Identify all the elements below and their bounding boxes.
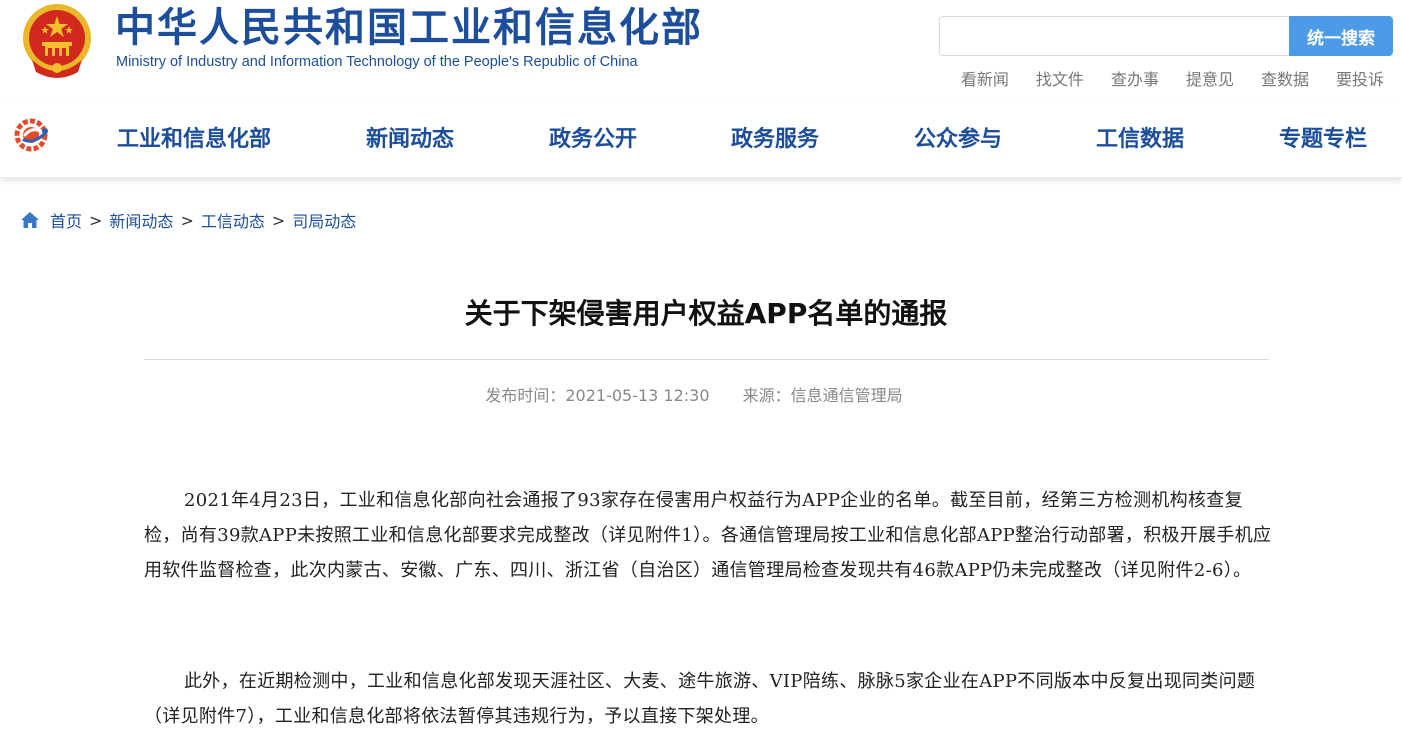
nav-item-news[interactable]: 新闻动态 — [366, 121, 454, 153]
search-input[interactable] — [939, 16, 1291, 56]
quick-links: 看新闻 找文件 查办事 提意见 查数据 要投诉 — [961, 66, 1384, 90]
main-nav: 工业和信息化部 新闻动态 政务公开 政务服务 公众参与 工信数据 专题专栏 — [0, 100, 1402, 178]
nav-item-services[interactable]: 政务服务 — [731, 121, 819, 153]
nav-item-special-topics[interactable]: 专题专栏 — [1279, 121, 1367, 153]
search-button[interactable]: 统一搜索 — [1289, 16, 1393, 56]
article-paragraph: 2021年4月23日，工业和信息化部向社会通报了93家存在侵害用户权益行为APP… — [144, 490, 1272, 581]
article-meta: 发布时间：2021-05-13 12:30 来源：信息通信管理局 — [0, 382, 1388, 406]
breadcrumb-department-news[interactable]: 司局动态 — [292, 208, 356, 232]
site-title[interactable]: 中华人民共和国工业和信息化部 — [115, 4, 703, 52]
site-header: 中华人民共和国工业和信息化部 Ministry of Industry and … — [0, 0, 1402, 100]
quick-link-news[interactable]: 看新闻 — [961, 66, 1009, 90]
breadcrumb-separator: > — [89, 210, 103, 230]
quick-link-complaint[interactable]: 要投诉 — [1336, 66, 1384, 90]
quick-link-files[interactable]: 找文件 — [1036, 66, 1084, 90]
breadcrumb-separator: > — [271, 210, 286, 230]
nav-item-public-participation[interactable]: 公众参与 — [914, 121, 1002, 153]
title-divider — [144, 359, 1269, 360]
breadcrumb-news[interactable]: 新闻动态 — [109, 208, 173, 232]
breadcrumb-home[interactable]: 首页 — [50, 208, 82, 232]
article-title: 关于下架侵害用户权益APP名单的通报 — [464, 297, 948, 330]
nav-item-government-affairs[interactable]: 政务公开 — [549, 121, 637, 153]
article-paragraph: 此外，在近期检测中，工业和信息化部发现天涯社区、大麦、途牛旅游、VIP陪练、脉脉… — [144, 671, 1256, 727]
home-icon[interactable] — [20, 210, 40, 230]
ministry-logo-icon[interactable] — [14, 118, 52, 152]
nav-item-data[interactable]: 工信数据 — [1096, 121, 1184, 153]
article-source: 来源：信息通信管理局 — [742, 386, 903, 405]
nav-item-ministry[interactable]: 工业和信息化部 — [117, 121, 271, 153]
quick-link-feedback[interactable]: 提意见 — [1186, 66, 1234, 90]
site-subtitle: Ministry of Industry and Information Tec… — [116, 54, 638, 70]
breadcrumb-miit-news[interactable]: 工信动态 — [201, 208, 265, 232]
quick-link-services[interactable]: 查办事 — [1111, 66, 1159, 90]
national-emblem-icon[interactable] — [18, 2, 96, 80]
publish-time: 发布时间：2021-05-13 12:30 — [485, 386, 710, 405]
breadcrumb-separator: > — [180, 210, 194, 230]
breadcrumb: 首页 > 新闻动态 > 工信动态 > 司局动态 — [20, 208, 356, 232]
quick-link-data[interactable]: 查数据 — [1261, 66, 1309, 90]
